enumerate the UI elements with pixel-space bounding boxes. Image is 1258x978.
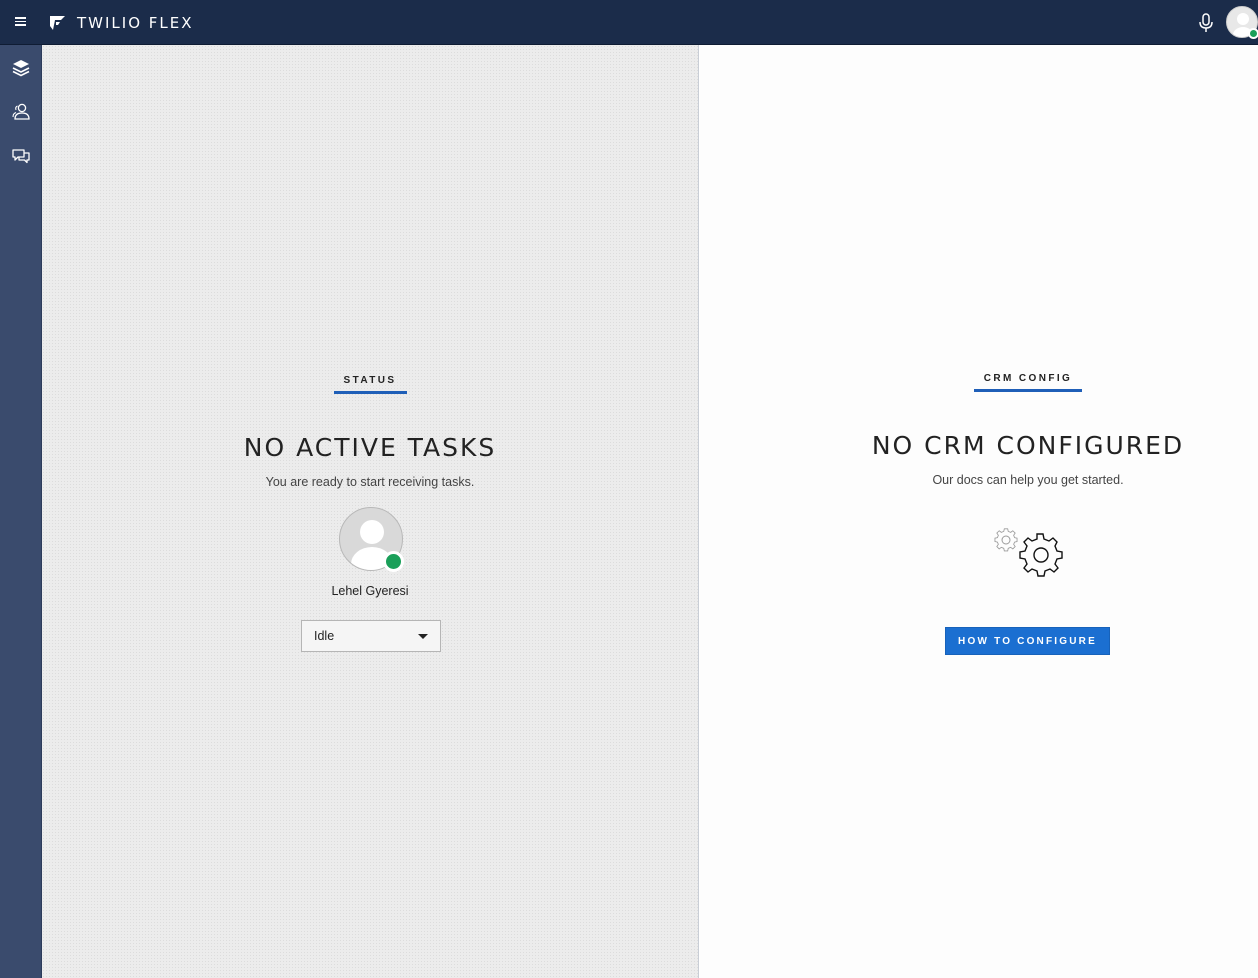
microphone-icon[interactable] — [1196, 12, 1216, 34]
nav-teams[interactable] — [0, 89, 42, 133]
worker-name: Lehel Gyeresi — [331, 584, 409, 598]
nav-conversations[interactable] — [0, 133, 42, 177]
teams-icon — [12, 103, 30, 120]
worker-status-dot — [383, 551, 404, 572]
twilio-flex-logo — [50, 16, 65, 30]
no-crm-title: NO CRM CONFIGURED — [871, 431, 1185, 460]
nav-agent-desktop[interactable] — [0, 45, 42, 89]
activity-dropdown[interactable]: Idle — [301, 620, 441, 652]
caret-down-icon — [418, 634, 428, 639]
status-subtitle: You are ready to start receiving tasks. — [265, 475, 475, 489]
top-bar: TWILIO FLEX — [0, 0, 1258, 45]
status-label-underline — [334, 391, 407, 394]
crm-label-underline — [974, 389, 1082, 392]
gears-icon — [994, 528, 1063, 577]
how-to-configure-button[interactable]: HOW TO CONFIGURE — [945, 627, 1110, 655]
activity-value: Idle — [314, 629, 335, 643]
crm-panel: CRM CONFIG NO CRM CONFIGURED Our docs ca… — [700, 45, 1258, 978]
status-section-label: STATUS — [343, 375, 397, 386]
crm-section-label: CRM CONFIG — [983, 373, 1073, 384]
side-navigation — [0, 45, 42, 978]
status-panel: STATUS NO ACTIVE TASKS You are ready to … — [42, 45, 699, 978]
layers-icon — [12, 60, 30, 77]
crm-subtitle: Our docs can help you get started. — [932, 473, 1124, 487]
no-active-tasks-title: NO ACTIVE TASKS — [243, 433, 497, 462]
hamburger-menu-icon[interactable] — [10, 13, 30, 33]
user-status-dot — [1248, 28, 1258, 39]
chat-bubbles-icon — [12, 149, 30, 164]
app-title: TWILIO FLEX — [77, 14, 194, 32]
